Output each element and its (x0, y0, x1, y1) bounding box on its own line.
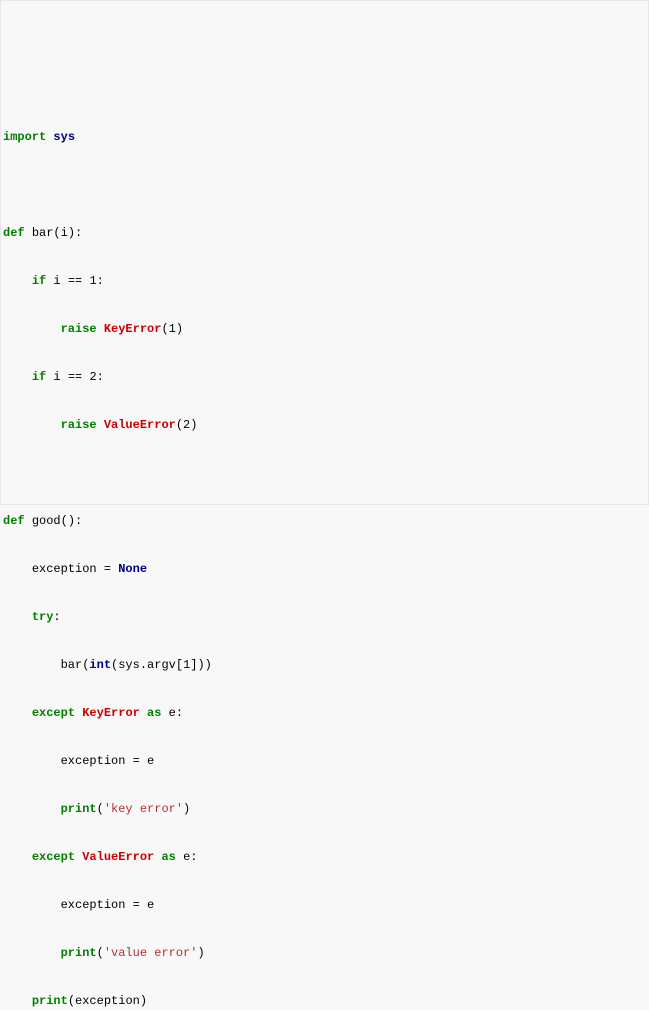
code-line: def bar(i): (3, 221, 646, 245)
kw-import: import (3, 130, 46, 144)
kw-as: as (161, 850, 175, 864)
const-none: None (118, 562, 147, 576)
code-line: raise ValueError(2) (3, 413, 646, 437)
code-line: except KeyError as e: (3, 701, 646, 725)
attr-argv: argv (147, 658, 176, 672)
code-line: exception = None (3, 557, 646, 581)
literal-2: 2 (89, 370, 96, 384)
var-exception: exception (32, 562, 97, 576)
type-valueerror: ValueError (104, 418, 176, 432)
type-keyerror: KeyError (82, 706, 140, 720)
code-block: import sys def bar(i): if i == 1: raise … (3, 101, 646, 1010)
kw-except: except (32, 706, 75, 720)
param-i: i (61, 226, 68, 240)
code-line: if i == 1: (3, 269, 646, 293)
code-line: print('value error') (3, 941, 646, 965)
code-line: exception = e (3, 749, 646, 773)
str-key-error: 'key error' (104, 802, 183, 816)
code-blank-line (3, 173, 646, 197)
kw-except: except (32, 850, 75, 864)
kw-def: def (3, 514, 25, 528)
builtin-int: int (89, 658, 111, 672)
code-line: import sys (3, 125, 646, 149)
type-keyerror: KeyError (104, 322, 162, 336)
code-line: print(exception) (3, 989, 646, 1010)
kw-raise: raise (61, 322, 97, 336)
code-line: def good(): (3, 509, 646, 533)
code-blank-line (3, 461, 646, 485)
fn-bar: bar (32, 226, 54, 240)
str-value-error: 'value error' (104, 946, 198, 960)
code-line: if i == 2: (3, 365, 646, 389)
kw-as: as (147, 706, 161, 720)
type-valueerror: ValueError (82, 850, 154, 864)
code-line: raise KeyError(1) (3, 317, 646, 341)
fn-good: good (32, 514, 61, 528)
kw-def: def (3, 226, 25, 240)
code-line: try: (3, 605, 646, 629)
kw-print: print (32, 994, 68, 1008)
code-line: exception = e (3, 893, 646, 917)
code-line: print('key error') (3, 797, 646, 821)
kw-print: print (61, 802, 97, 816)
var-e: e (169, 706, 176, 720)
kw-if: if (32, 274, 46, 288)
call-bar: bar (61, 658, 83, 672)
kw-print: print (61, 946, 97, 960)
kw-raise: raise (61, 418, 97, 432)
kw-try: try (32, 610, 54, 624)
module-sys: sys (53, 130, 75, 144)
literal-1: 1 (89, 274, 96, 288)
code-line: except ValueError as e: (3, 845, 646, 869)
kw-if: if (32, 370, 46, 384)
code-line: bar(int(sys.argv[1])) (3, 653, 646, 677)
